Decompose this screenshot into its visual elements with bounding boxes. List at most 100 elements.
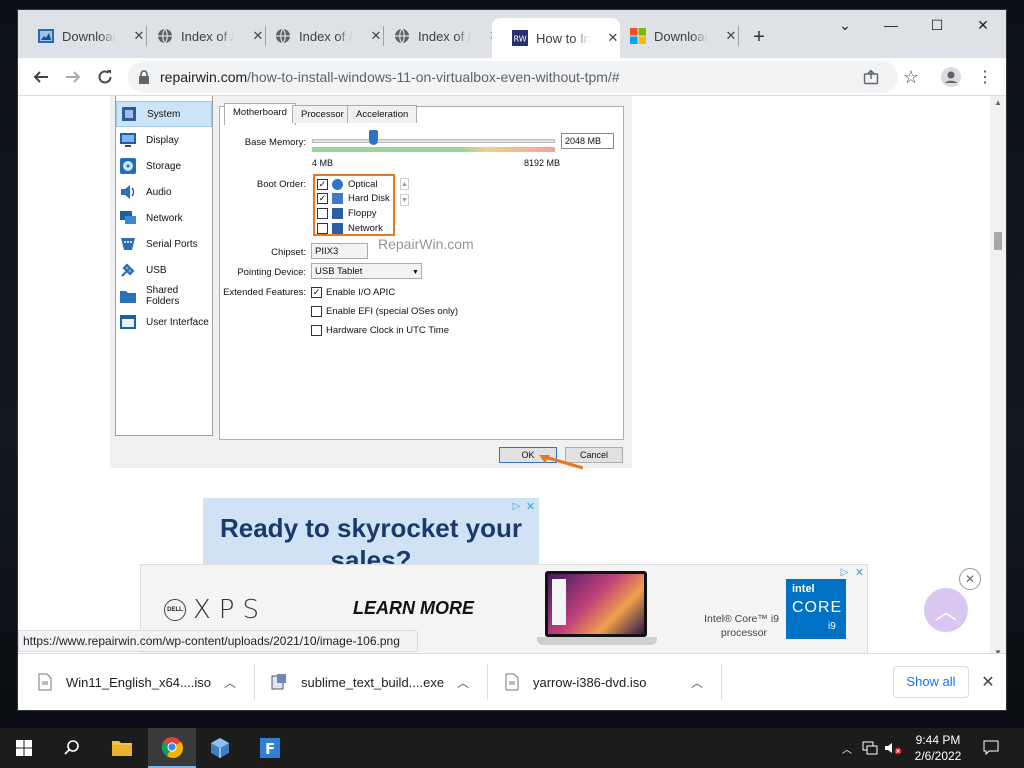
folder-icon: [112, 741, 132, 756]
taskbar-file-explorer[interactable]: [98, 728, 146, 768]
boot-floppy-checkbox: [317, 208, 328, 219]
back-arrow-icon: [33, 71, 48, 83]
close-shelf-icon[interactable]: ✕: [976, 668, 1000, 696]
download-item-yarrow[interactable]: yarrow-i386-dvd.iso ︿: [505, 654, 721, 710]
chevron-up-icon[interactable]: ︿: [691, 674, 703, 691]
storage-disk-icon: [120, 158, 136, 174]
tab-index-2[interactable]: Index of / ✕: [255, 22, 383, 50]
download-filename: yarrow-i386-dvd.iso: [533, 674, 647, 690]
learn-more-link[interactable]: LEARN MORE: [353, 598, 474, 619]
tab-title: How to Install: [536, 30, 590, 46]
taskbar-chrome[interactable]: [148, 728, 196, 768]
vbox-sidebar-user-interface: User Interface: [116, 309, 212, 335]
boot-move-down-icon: ▼: [400, 194, 409, 206]
file-icon: [505, 673, 519, 691]
status-bar-url: https://www.repairwin.com/wp-content/upl…: [18, 630, 418, 652]
notification-center-icon[interactable]: [982, 738, 1000, 758]
menu-kebab-icon[interactable]: ⋮: [970, 62, 1000, 92]
search-button[interactable]: [48, 728, 96, 768]
volume-muted-icon[interactable]: [884, 738, 902, 758]
audio-speaker-icon: [121, 185, 135, 199]
svg-text:RW: RW: [514, 35, 527, 44]
io-apic-checkbox: ✓: [311, 287, 322, 298]
page-content: System Display Storage Audio Network Ser…: [18, 96, 1006, 640]
repairwin-icon: RW: [512, 30, 528, 46]
memory-value-spinbox: 2048 MB: [561, 133, 614, 149]
scroll-to-top-button[interactable]: ︿: [924, 588, 968, 632]
start-button[interactable]: [0, 728, 48, 768]
tab-index-3[interactable]: Index of / ✕: [374, 22, 502, 50]
download-page-icon: [38, 29, 54, 43]
bookmark-star-icon[interactable]: ☆: [896, 62, 926, 92]
globe-icon: [276, 28, 290, 44]
globe-icon: [395, 28, 409, 44]
download-filename: sublime_text_build....exe: [301, 674, 445, 690]
show-hidden-icons-chevron-icon[interactable]: ︿: [838, 738, 856, 758]
chevron-up-icon[interactable]: ︿: [457, 674, 469, 691]
virtualbox-settings-image[interactable]: System Display Storage Audio Network Ser…: [110, 96, 632, 470]
new-tab-button[interactable]: +: [746, 24, 772, 50]
ad-banner-skyrocket[interactable]: Ready to skyrocket your sales? ▷ ✕: [203, 498, 539, 570]
forward-arrow-icon: [66, 71, 81, 83]
share-icon[interactable]: [862, 68, 880, 86]
tab-downloads-2[interactable]: Downloads ✕: [610, 22, 738, 50]
tab-divider: [738, 26, 739, 46]
close-window-button[interactable]: ✕: [960, 10, 1006, 40]
address-bar[interactable]: repairwin.com/how-to-install-windows-11-…: [128, 61, 898, 93]
close-sticky-ad-icon[interactable]: ✕: [959, 568, 981, 590]
taskbar-app[interactable]: F: [246, 728, 294, 768]
vbox-sidebar-label: Display: [146, 134, 179, 146]
pointing-device-label: Pointing Device:: [237, 267, 306, 278]
repairwin-watermark: RepairWin.com: [378, 236, 474, 252]
maximize-button[interactable]: ☐: [914, 10, 960, 40]
boot-harddisk-label: Hard Disk: [348, 193, 390, 204]
adchoices-icon[interactable]: ▷: [838, 566, 851, 579]
vbox-sidebar: System Display Storage Audio Network Ser…: [115, 96, 213, 436]
utc-clock-checkbox: [311, 325, 322, 336]
tab-index-1[interactable]: Index of / ✕: [137, 22, 265, 50]
profile-avatar[interactable]: [936, 62, 966, 92]
shelf-divider: [721, 664, 722, 700]
chipset-select: PIIX3: [311, 243, 368, 259]
download-item-win11[interactable]: Win11_English_x64....iso ︿: [38, 654, 254, 710]
ad-close-icon[interactable]: ✕: [853, 566, 866, 579]
minimize-button[interactable]: —: [868, 10, 914, 40]
memory-slider-thumb: [369, 130, 378, 145]
pointing-device-select: USB Tablet: [311, 263, 422, 279]
chevron-up-icon[interactable]: ︿: [224, 674, 236, 691]
tab-title: Downloads: [654, 28, 708, 44]
svg-text:F: F: [265, 740, 275, 758]
back-button[interactable]: [26, 62, 56, 92]
network-boot-icon: [332, 223, 343, 234]
forward-button[interactable]: [58, 62, 88, 92]
scrollbar-thumb[interactable]: [994, 232, 1002, 250]
vbox-sidebar-usb: USB: [116, 257, 212, 283]
extended-features-label: Extended Features:: [223, 287, 306, 298]
taskbar-virtualbox[interactable]: [196, 728, 244, 768]
adchoices-icon[interactable]: ▷: [510, 500, 523, 513]
show-all-button[interactable]: Show all: [893, 666, 969, 698]
tab-downloads-1[interactable]: Downloads ✕: [18, 22, 146, 50]
boot-network-checkbox: [317, 223, 328, 234]
tab-search-chevron-icon[interactable]: ⌄: [822, 10, 868, 40]
reload-button[interactable]: [90, 62, 120, 92]
vbox-sidebar-label: System: [147, 108, 181, 120]
download-shelf: Win11_English_x64....iso ︿ sublime_text_…: [18, 653, 1006, 710]
lock-icon[interactable]: [138, 70, 150, 84]
vbox-sidebar-audio: Audio: [116, 179, 212, 205]
download-item-sublime[interactable]: sublime_text_build....exe ︿: [271, 654, 487, 710]
boot-harddisk-checkbox: ✓: [317, 193, 328, 204]
tab-how-to-install[interactable]: RW How to Install ✕: [492, 18, 620, 58]
vbox-tab-acceleration: Acceleration: [347, 105, 418, 123]
vbox-settings-panel: Motherboard Processor Acceleration Base …: [219, 103, 624, 440]
page-scrollbar[interactable]: ▲ ▼: [990, 96, 1006, 662]
tab-strip: Downloads ✕ Index of / ✕ Index of / ✕ In…: [18, 10, 1006, 58]
system-clock[interactable]: 9:44 PM 2/6/2022: [906, 732, 970, 764]
utc-clock-label: Hardware Clock in UTC Time: [326, 325, 449, 336]
intel-badge-i9: i9: [828, 621, 836, 632]
search-icon: [64, 740, 79, 755]
close-tab-icon[interactable]: ✕: [724, 28, 738, 44]
network-tray-icon[interactable]: [861, 738, 879, 758]
scroll-up-arrow-icon[interactable]: ▲: [994, 98, 1002, 107]
ad-close-icon[interactable]: ✕: [524, 500, 537, 513]
